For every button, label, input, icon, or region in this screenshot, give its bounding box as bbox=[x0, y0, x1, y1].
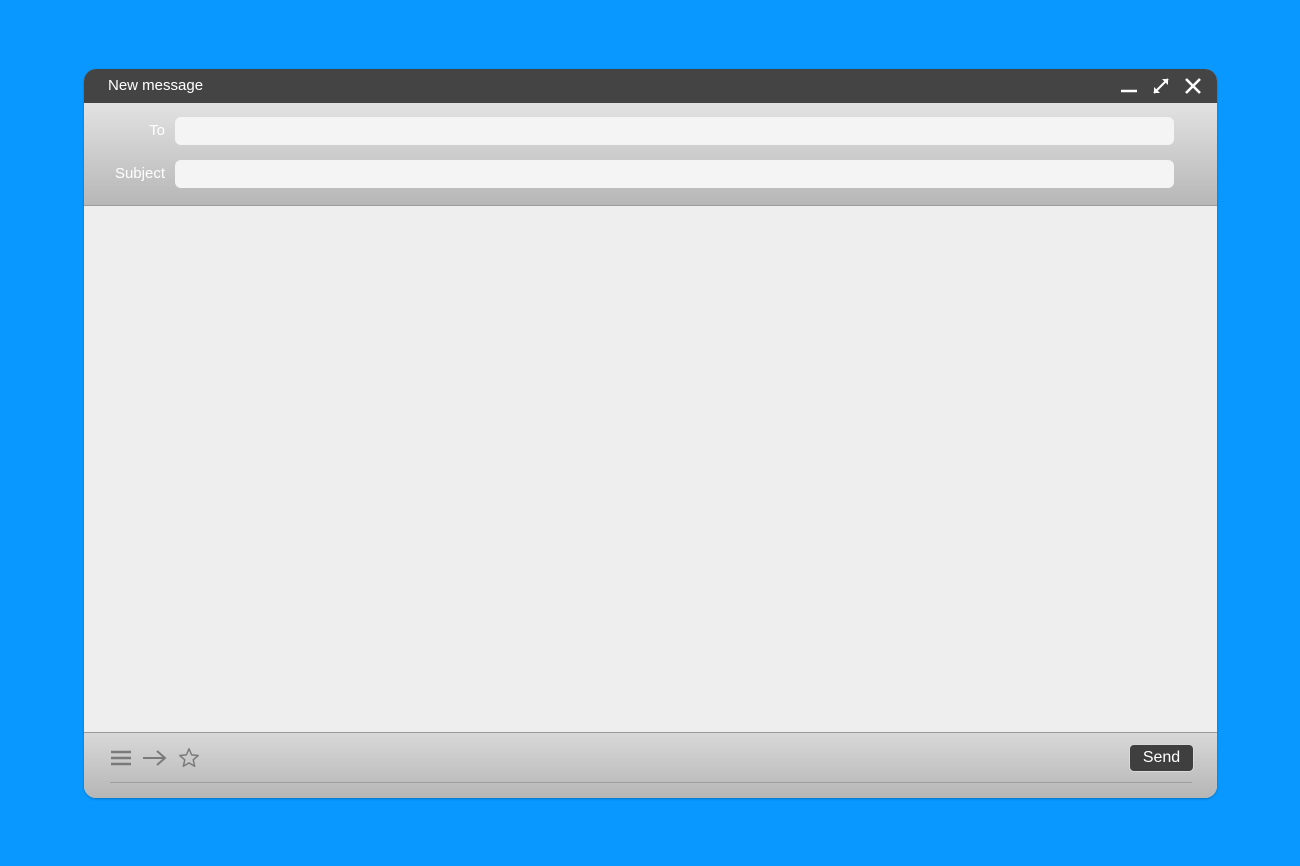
to-row: To bbox=[84, 117, 1217, 145]
window-controls bbox=[1117, 75, 1205, 97]
minimize-icon[interactable] bbox=[1117, 75, 1141, 97]
compose-window: New message To Subject Send bbox=[84, 69, 1217, 798]
to-label: To bbox=[149, 122, 165, 139]
window-title: New message bbox=[108, 77, 204, 94]
star-icon[interactable] bbox=[175, 744, 203, 772]
arrow-right-icon[interactable] bbox=[141, 744, 169, 772]
subject-row: Subject bbox=[84, 160, 1217, 188]
desktop-background: New message To Subject Send bbox=[0, 0, 1300, 866]
close-icon[interactable] bbox=[1181, 75, 1205, 97]
to-input[interactable] bbox=[175, 117, 1174, 145]
subject-label: Subject bbox=[114, 165, 165, 182]
bottom-toolbar: Send bbox=[84, 732, 1217, 798]
footer-divider bbox=[110, 782, 1192, 783]
menu-icon[interactable] bbox=[107, 744, 135, 772]
expand-icon[interactable] bbox=[1149, 75, 1173, 97]
send-button[interactable]: Send bbox=[1129, 744, 1194, 772]
title-bar[interactable]: New message bbox=[84, 69, 1217, 103]
subject-input[interactable] bbox=[175, 160, 1174, 188]
message-body[interactable] bbox=[84, 206, 1217, 732]
address-header: To Subject bbox=[84, 103, 1217, 206]
